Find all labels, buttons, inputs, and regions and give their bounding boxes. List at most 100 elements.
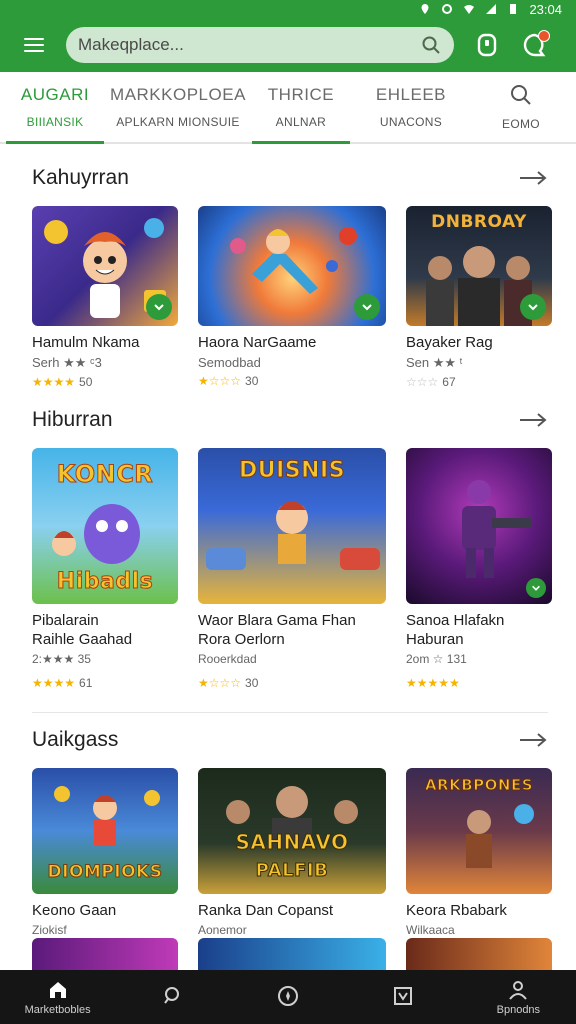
rating-count: 50 xyxy=(79,375,93,389)
app-rating: ★★★★ 50 xyxy=(32,375,178,389)
section-2: Uaikgass DIOMPIOKS Keono Gaan Ziokisf SA… xyxy=(0,720,576,937)
app-subtitle: Raihle Gaahad xyxy=(32,631,133,648)
settings-icon xyxy=(442,4,453,14)
app-subtitle: Sen ★★ ᵗ xyxy=(406,355,463,370)
app-thumbnail: DUISNIS xyxy=(198,448,386,604)
app-title: Sanoa Hlafakn xyxy=(406,612,505,629)
app-bar: Makeqplace... xyxy=(0,18,576,72)
tab-1[interactable]: MARKKOPLOEA APLKARN MIONSUIE xyxy=(110,72,246,142)
tab-subtitle: UNACONS xyxy=(379,115,442,129)
app-card[interactable]: DIOMPIOKS Keono Gaan Ziokisf xyxy=(32,768,178,937)
app-thumbnail: KONCR Hibadls xyxy=(32,448,178,604)
app-thumbnail: DNBROAY xyxy=(406,206,552,326)
app-title: Ranka Dan Copanst xyxy=(198,902,334,919)
app-rating-line: 2:★★★ 35 xyxy=(32,652,91,666)
app-title: Keora Rbabark xyxy=(406,902,507,919)
app-title: Haora NarGaame xyxy=(198,334,317,351)
tab-title: MARKKOPLOEA xyxy=(110,85,246,104)
nav-library[interactable] xyxy=(355,984,451,1010)
game-art-title: DIOMPIOKS xyxy=(47,862,163,883)
download-icon[interactable] xyxy=(520,294,546,320)
app-title: Hamulm Nkama xyxy=(32,334,140,351)
app-rating-line: Rooerkdad xyxy=(198,652,257,666)
nav-explore[interactable] xyxy=(240,984,336,1010)
tab-4[interactable]: EOMO xyxy=(466,72,576,142)
notification-badge xyxy=(538,30,550,42)
nav-search[interactable] xyxy=(125,984,221,1010)
app-rating: ★★★★ 61 xyxy=(32,676,178,690)
tab-subtitle: BIIIANSIK xyxy=(26,115,84,129)
app-rating: ★☆☆☆ 30 xyxy=(198,374,386,388)
signal-icon xyxy=(486,4,497,14)
app-card[interactable]: Sanoa Hlafakn Haburan 2om ☆ 131 ★★★★★ xyxy=(406,448,552,690)
menu-button[interactable] xyxy=(12,25,52,65)
status-bar: 23:04 xyxy=(0,0,576,18)
app-subtitle: Serh ★★ ᶜ3 xyxy=(32,355,102,370)
app-card[interactable]: Hamulm Nkama Serh ★★ ᶜ3 ★★★★ 50 xyxy=(32,206,178,389)
nav-label: Bpnodns xyxy=(496,1004,541,1016)
app-thumbnail xyxy=(406,448,552,604)
tab-3[interactable]: EHLEEB UNACONS xyxy=(356,72,466,142)
tab-subtitle: APLKARN MIONSUIE xyxy=(116,115,240,129)
app-subtitle: Haburan xyxy=(406,631,464,648)
notifications-button[interactable] xyxy=(522,30,550,58)
nav-label: Marketbobles xyxy=(24,1004,91,1016)
app-rating-line: 2om ☆ 131 xyxy=(406,652,467,666)
download-icon[interactable] xyxy=(526,578,546,598)
app-card[interactable]: DUISNIS Waor Blara Gama Fhan Rora Oerlor… xyxy=(198,448,386,690)
app-thumbnail[interactable] xyxy=(198,938,386,970)
app-thumbnail xyxy=(198,206,386,326)
app-card[interactable]: SAHNAVO PALFIB Ranka Dan Copanst Aonemor xyxy=(198,768,386,937)
rating-stars: ★☆☆☆ xyxy=(198,676,242,690)
arrow-right-icon[interactable] xyxy=(518,168,548,188)
arrow-right-icon[interactable] xyxy=(518,410,548,430)
app-rating: ☆☆☆ 67 xyxy=(406,375,552,389)
status-time: 23:04 xyxy=(529,1,562,17)
search-input[interactable]: Makeqplace... xyxy=(78,35,184,55)
library-icon xyxy=(394,987,413,1005)
app-card[interactable]: ARKBPONES Keora Rbabark Wilkaaca xyxy=(406,768,552,937)
nav-home[interactable]: Marketbobles xyxy=(10,978,106,1016)
rating-stars: ★★★★★ xyxy=(406,676,460,690)
rating-stars: ★★★★ xyxy=(32,375,76,389)
nav-profile[interactable]: Bpnodns xyxy=(470,978,566,1016)
download-icon[interactable] xyxy=(146,294,172,320)
search-icon xyxy=(510,85,531,105)
tab-title: EHLEEB xyxy=(375,85,446,104)
tab-0[interactable]: AUGARI BIIIANSIK xyxy=(0,72,110,144)
game-art-title: SAHNAVO xyxy=(235,830,349,855)
app-card[interactable]: KONCR Hibadls Pibalarain Raihle Gaahad 2… xyxy=(32,448,178,690)
bottom-navigation: Marketbobles Bpnodns xyxy=(0,970,576,1024)
menu-icon xyxy=(24,38,44,40)
battery-icon xyxy=(510,4,517,14)
category-tabs: AUGARI BIIIANSIK MARKKOPLOEA APLKARN MIO… xyxy=(0,72,576,144)
section-divider xyxy=(32,712,548,713)
app-card[interactable]: Haora NarGaame Semodbad ★☆☆☆ 30 xyxy=(198,206,386,389)
wallet-button[interactable] xyxy=(474,32,500,58)
tab-2[interactable]: THRICE ANLNAR xyxy=(246,72,356,144)
section-3-partial xyxy=(0,938,576,970)
app-rating: ★★★★★ xyxy=(406,676,552,690)
app-thumbnail[interactable] xyxy=(32,938,178,970)
app-title: Pibalarain xyxy=(32,612,99,629)
app-card[interactable]: DNBROAY Bayaker Rag Sen ★★ ᵗ ☆☆☆ 67 xyxy=(406,206,552,389)
arrow-right-icon[interactable] xyxy=(518,730,548,750)
app-thumbnail xyxy=(32,206,178,326)
wifi-icon xyxy=(464,5,475,14)
game-art-subtitle: PALFIB xyxy=(255,860,329,882)
app-thumbnail[interactable] xyxy=(406,938,552,970)
section-title: Uaikgass xyxy=(32,728,119,751)
app-title: Bayaker Rag xyxy=(406,334,493,351)
search-bar[interactable]: Makeqplace... xyxy=(66,27,454,63)
section-1: Hiburran KONCR Hibadls Pibalarain Raihle… xyxy=(0,400,576,690)
rating-stars: ★☆☆☆ xyxy=(198,374,242,388)
profile-icon xyxy=(509,981,528,1000)
game-art-icon xyxy=(206,501,380,570)
search-icon xyxy=(163,987,179,1004)
app-subtitle: Ziokisf xyxy=(32,923,67,937)
app-subtitle: Rora Oerlorn xyxy=(198,631,285,648)
download-icon[interactable] xyxy=(354,294,380,320)
main-content[interactable]: Kahuyrran Hamulm Nkama Serh ★★ ᶜ3 ★★★★ 50… xyxy=(0,144,576,970)
search-icon[interactable] xyxy=(420,34,442,56)
app-subtitle: Wilkaaca xyxy=(406,923,455,937)
